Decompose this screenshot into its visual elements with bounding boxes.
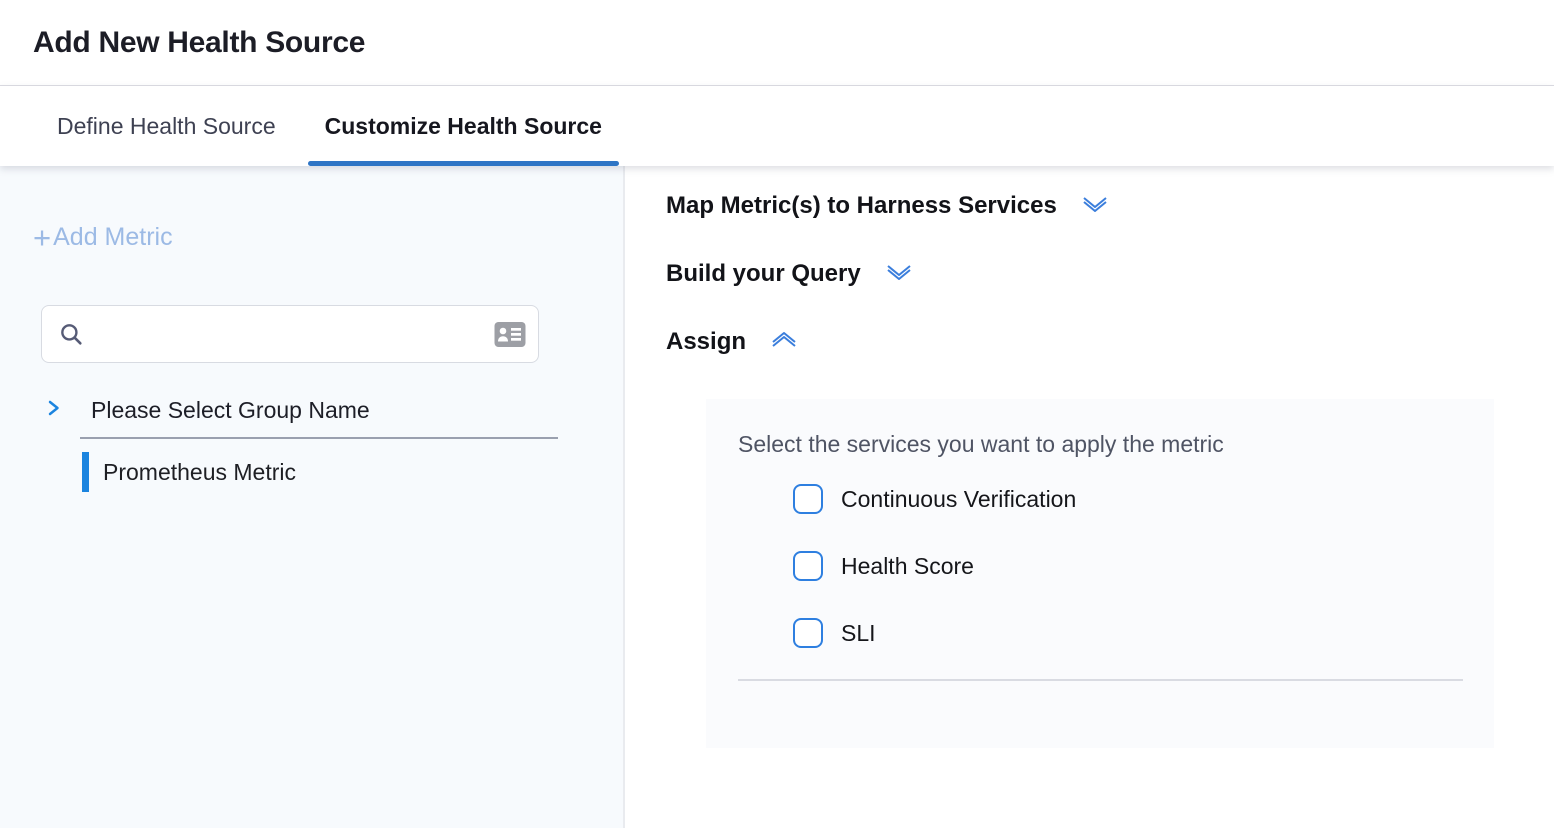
metric-search [41, 305, 539, 363]
search-icon [58, 321, 84, 352]
panel-divider [738, 679, 1463, 681]
assign-panel-heading: Select the services you want to apply th… [706, 399, 1494, 458]
add-metric-button[interactable]: + Add Metric [33, 222, 173, 253]
checkbox-health-score[interactable] [793, 551, 823, 581]
search-input[interactable] [41, 305, 539, 363]
add-metric-label: Add Metric [53, 223, 172, 252]
tab-define-health-source[interactable]: Define Health Source [57, 86, 276, 166]
selected-indicator-bar [82, 452, 89, 492]
chevron-down-icon [1081, 193, 1109, 220]
checkbox-row-sli[interactable]: SLI [793, 618, 1494, 648]
section-build-your-query[interactable]: Build your Query [666, 259, 1554, 289]
assign-panel: Select the services you want to apply th… [706, 399, 1494, 748]
dialog-header: Add New Health Source [0, 0, 1554, 86]
contact-card-icon [494, 321, 526, 353]
group-name-label: Please Select Group Name [91, 397, 370, 424]
tab-customize-health-source[interactable]: Customize Health Source [308, 86, 619, 166]
checkbox-continuous-verification[interactable] [793, 484, 823, 514]
checkbox-label: Continuous Verification [841, 486, 1076, 513]
checkbox-label: SLI [841, 620, 876, 647]
page-title: Add New Health Source [33, 26, 365, 60]
content-area: + Add Metric [0, 166, 1554, 828]
service-checkbox-list: Continuous Verification Health Score SLI [793, 484, 1494, 648]
group-row-please-select-group-name[interactable]: Please Select Group Name [0, 397, 623, 424]
checkbox-row-health-score[interactable]: Health Score [793, 551, 1494, 581]
section-label: Build your Query [666, 260, 861, 288]
metrics-sidebar: + Add Metric [0, 166, 625, 828]
tab-bar: Define Health Source Customize Health So… [0, 86, 1554, 166]
customize-panel: Map Metric(s) to Harness Services Build … [625, 166, 1554, 828]
checkbox-row-continuous-verification[interactable]: Continuous Verification [793, 484, 1494, 514]
group-divider [80, 437, 558, 439]
plus-icon: + [33, 222, 51, 253]
section-assign[interactable]: Assign [666, 327, 1554, 357]
metric-item-prometheus-metric[interactable]: Prometheus Metric [0, 452, 623, 492]
chevron-down-icon [885, 261, 913, 288]
tab-label: Customize Health Source [325, 113, 602, 140]
metric-item-label: Prometheus Metric [103, 459, 296, 486]
section-label: Map Metric(s) to Harness Services [666, 192, 1057, 220]
section-label: Assign [666, 328, 746, 356]
tab-label: Define Health Source [57, 113, 276, 140]
checkbox-label: Health Score [841, 553, 974, 580]
chevron-up-icon [770, 329, 798, 356]
chevron-right-icon [43, 397, 63, 424]
checkbox-sli[interactable] [793, 618, 823, 648]
section-map-metrics-to-harness-services[interactable]: Map Metric(s) to Harness Services [666, 191, 1554, 221]
